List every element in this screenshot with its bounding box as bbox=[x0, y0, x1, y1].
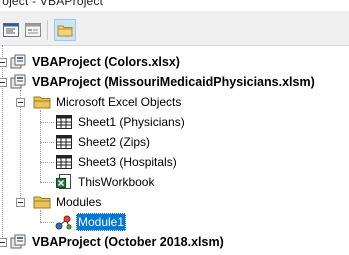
collapse-toggle[interactable] bbox=[0, 78, 7, 87]
tree-node-label: Sheet3 (Hospitals) bbox=[78, 155, 177, 169]
tree-node-label: Modules bbox=[56, 195, 102, 209]
tree-node-label: VBAProject (MissouriMedicaidPhysicians.x… bbox=[32, 75, 315, 89]
collapse-toggle[interactable] bbox=[16, 198, 25, 207]
tree-connector bbox=[40, 162, 54, 163]
window-title: roject - VBAProject bbox=[0, 0, 104, 8]
project-tree: VBAProject (Colors.xlsx) VBAProject (Mis… bbox=[0, 45, 349, 255]
tree-item-thisworkbook[interactable]: ThisWorkbook bbox=[55, 172, 156, 192]
tree-item-sheet3[interactable]: Sheet3 (Hospitals) bbox=[55, 152, 179, 172]
window-title-bar: roject - VBAProject bbox=[0, 0, 349, 11]
worksheet-icon bbox=[55, 154, 73, 170]
tree-node-project-missouri[interactable]: VBAProject (MissouriMedicaidPhysicians.x… bbox=[9, 72, 317, 92]
tree-node-label: VBAProject (October 2018.xlsm) bbox=[32, 235, 224, 249]
view-object-icon bbox=[25, 23, 41, 37]
tree-item-sheet2[interactable]: Sheet2 (Zips) bbox=[55, 132, 152, 152]
toggle-folders-button[interactable] bbox=[54, 19, 76, 41]
tree-item-sheet1[interactable]: Sheet1 (Physicians) bbox=[55, 112, 187, 132]
folder-icon bbox=[33, 94, 51, 110]
toggle-folders-icon bbox=[57, 25, 73, 37]
expand-toggle[interactable] bbox=[0, 58, 7, 67]
folder-icon bbox=[33, 194, 51, 210]
tree-folder-excel-objects[interactable]: Microsoft Excel Objects bbox=[33, 92, 183, 112]
view-object-button[interactable] bbox=[22, 19, 44, 41]
tree-connector bbox=[40, 110, 41, 182]
vba-project-icon bbox=[9, 54, 27, 70]
tree-node-project-october[interactable]: VBAProject (October 2018.xlsm) bbox=[9, 232, 226, 252]
tree-connector bbox=[40, 122, 54, 123]
vba-project-icon bbox=[9, 74, 27, 90]
workbook-icon bbox=[55, 174, 73, 190]
tree-connector bbox=[40, 222, 54, 223]
tree-node-label: Sheet2 (Zips) bbox=[78, 135, 151, 149]
tree-folder-modules[interactable]: Modules bbox=[33, 192, 103, 212]
view-code-icon bbox=[3, 23, 19, 37]
tree-node-label: Microsoft Excel Objects bbox=[56, 95, 182, 109]
tree-connector bbox=[40, 182, 54, 183]
tree-node-label: Sheet1 (Physicians) bbox=[78, 115, 185, 129]
view-code-button[interactable] bbox=[0, 19, 22, 41]
tree-node-label: Module1 bbox=[76, 213, 127, 231]
tree-node-label: VBAProject (Colors.xlsx) bbox=[32, 55, 180, 69]
module-icon bbox=[55, 214, 73, 230]
collapse-toggle[interactable] bbox=[16, 98, 25, 107]
tree-item-module1[interactable]: Module1 bbox=[55, 212, 127, 232]
worksheet-icon bbox=[55, 114, 73, 130]
vba-project-icon bbox=[9, 234, 27, 250]
worksheet-icon bbox=[55, 134, 73, 150]
tree-node-label: ThisWorkbook bbox=[78, 175, 155, 189]
tree-node-project-colors[interactable]: VBAProject (Colors.xlsx) bbox=[9, 52, 182, 72]
project-explorer-toolbar bbox=[0, 11, 349, 46]
tree-connector bbox=[40, 142, 54, 143]
tree-connector bbox=[2, 45, 3, 241]
toolbar-separator bbox=[47, 20, 48, 40]
expand-toggle[interactable] bbox=[0, 238, 7, 247]
